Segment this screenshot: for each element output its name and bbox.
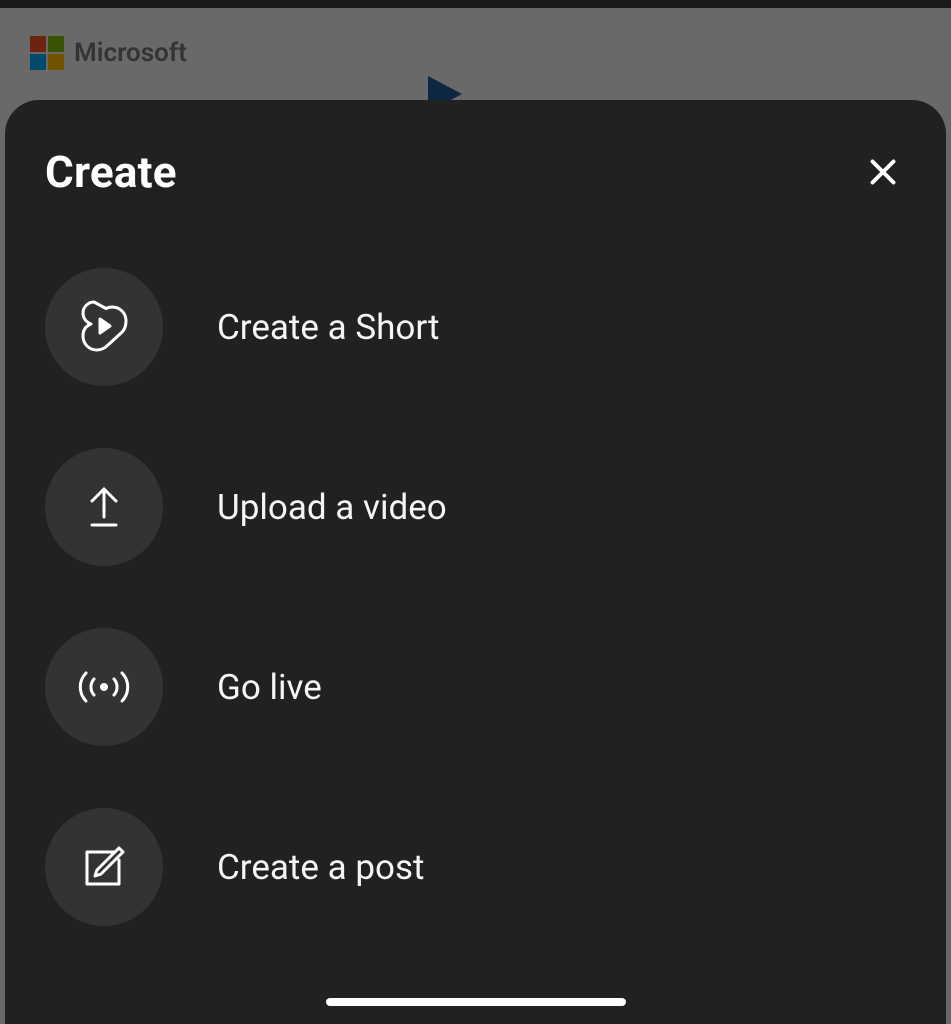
shorts-icon bbox=[45, 268, 163, 386]
create-bottom-sheet: Create Create a Short Upload a video bbox=[5, 100, 946, 1024]
option-label: Upload a video bbox=[217, 487, 447, 528]
post-icon bbox=[45, 808, 163, 926]
option-go-live[interactable]: Go live bbox=[45, 628, 906, 746]
sheet-header: Create bbox=[45, 146, 906, 198]
option-label: Go live bbox=[217, 667, 322, 708]
live-icon bbox=[45, 628, 163, 746]
option-create-short[interactable]: Create a Short bbox=[45, 268, 906, 386]
option-create-post[interactable]: Create a post bbox=[45, 808, 906, 926]
sheet-title: Create bbox=[45, 146, 177, 198]
option-label: Create a post bbox=[217, 847, 424, 888]
upload-icon bbox=[45, 448, 163, 566]
option-label: Create a Short bbox=[217, 307, 440, 348]
home-indicator[interactable] bbox=[326, 998, 626, 1006]
close-icon bbox=[865, 154, 901, 190]
close-button[interactable] bbox=[860, 149, 906, 195]
option-upload-video[interactable]: Upload a video bbox=[45, 448, 906, 566]
